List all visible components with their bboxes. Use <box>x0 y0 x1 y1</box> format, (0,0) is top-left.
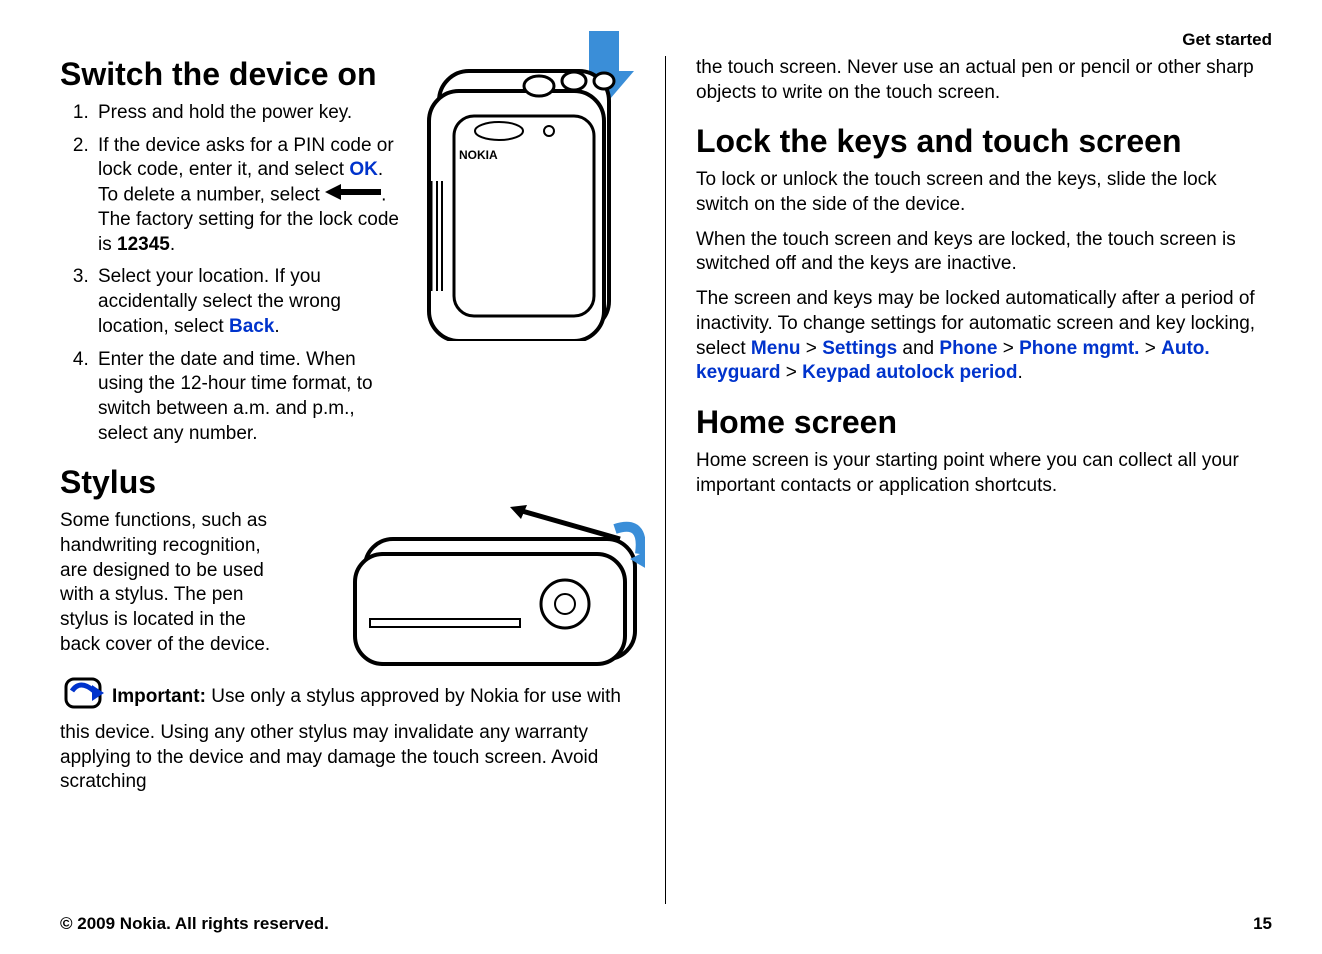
backspace-arrow-icon <box>325 183 381 208</box>
phone-power-illustration: NOKIA <box>419 31 639 341</box>
lock-p2: When the touch screen and keys are locke… <box>696 228 1272 277</box>
step-3: Select your location. If you accidentall… <box>94 265 404 339</box>
stylus-illustration <box>315 489 645 669</box>
stylus-continuation: the touch screen. Never use an actual pe… <box>696 56 1272 105</box>
heading-lock-keys: Lock the keys and touch screen <box>696 123 1272 160</box>
step-2: If the device asks for a PIN code or loc… <box>94 134 404 258</box>
important-icon <box>60 673 108 721</box>
footer-page-number: 15 <box>1253 914 1272 934</box>
header-section: Get started <box>60 30 1272 50</box>
ok-label: OK <box>349 159 378 180</box>
keypad-autolock-label: Keypad autolock period <box>802 362 1017 383</box>
svg-text:NOKIA: NOKIA <box>459 148 498 162</box>
stylus-paragraph: Some functions, such as handwriting reco… <box>60 509 280 657</box>
settings-label: Settings <box>822 338 897 359</box>
phone-mgmt-label: Phone mgmt. <box>1019 338 1139 359</box>
step-1: Press and hold the power key. <box>94 101 404 126</box>
home-screen-paragraph: Home screen is your starting point where… <box>696 449 1272 498</box>
default-lock-code: 12345 <box>117 234 170 255</box>
lock-p1: To lock or unlock the touch screen and t… <box>696 168 1272 217</box>
lock-p3: The screen and keys may be locked automa… <box>696 287 1272 386</box>
important-note: Important: Use only a stylus approved by… <box>60 673 635 795</box>
back-label: Back <box>229 316 274 337</box>
menu-label: Menu <box>751 338 801 359</box>
switch-on-steps: Press and hold the power key. If the dev… <box>60 101 404 446</box>
phone-label: Phone <box>939 338 997 359</box>
footer-copyright: © 2009 Nokia. All rights reserved. <box>60 914 329 934</box>
heading-home-screen: Home screen <box>696 404 1272 441</box>
important-label: Important: <box>112 686 206 707</box>
step-4: Enter the date and time. When using the … <box>94 348 404 447</box>
